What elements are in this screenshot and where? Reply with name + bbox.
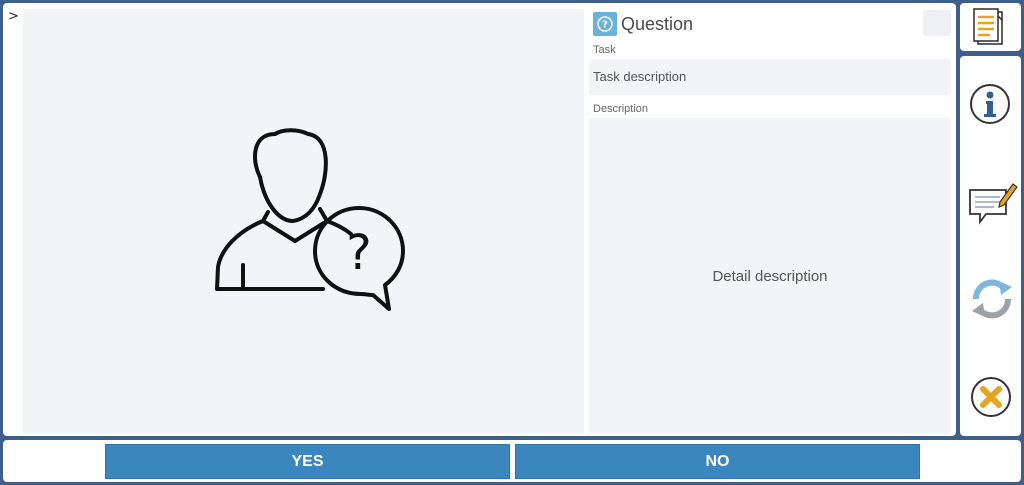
expand-toggle[interactable]: > — [8, 9, 20, 25]
action-bar: YES NO — [3, 440, 1021, 482]
no-button[interactable]: NO — [515, 444, 920, 479]
document-icon — [973, 8, 1003, 45]
question-circle-icon: ? — [593, 12, 617, 36]
person-question-icon: ? — [215, 128, 405, 311]
svg-text:?: ? — [346, 225, 371, 281]
description-label: Description — [593, 103, 649, 115]
svg-text:?: ? — [602, 20, 608, 31]
refresh-icon — [972, 279, 1012, 319]
document-button[interactable] — [960, 3, 1021, 51]
comment-edit-icon — [969, 183, 1018, 225]
header-corner-button[interactable] — [923, 10, 951, 36]
question-panel: ? Question Task Task description Descrip… — [589, 9, 951, 434]
cancel-icon — [971, 377, 1011, 417]
comment-edit-button[interactable] — [960, 171, 1021, 231]
sidebar — [960, 56, 1021, 436]
task-label: Task — [593, 44, 616, 56]
refresh-button[interactable] — [960, 268, 1021, 328]
question-header: ? Question — [589, 9, 951, 39]
task-value: Task description — [593, 69, 687, 84]
question-title: Question — [621, 14, 694, 34]
cancel-button[interactable] — [960, 366, 1021, 426]
description-value: Detail description — [712, 267, 828, 285]
main-panel: > ? ? Question Task Task description Des… — [3, 3, 956, 436]
info-icon — [970, 84, 1010, 124]
question-illustration: ? — [23, 9, 584, 434]
yes-button[interactable]: YES — [105, 444, 510, 479]
task-field: Task description — [589, 59, 951, 95]
description-field: Detail description — [589, 118, 951, 434]
info-button[interactable] — [960, 73, 1021, 133]
